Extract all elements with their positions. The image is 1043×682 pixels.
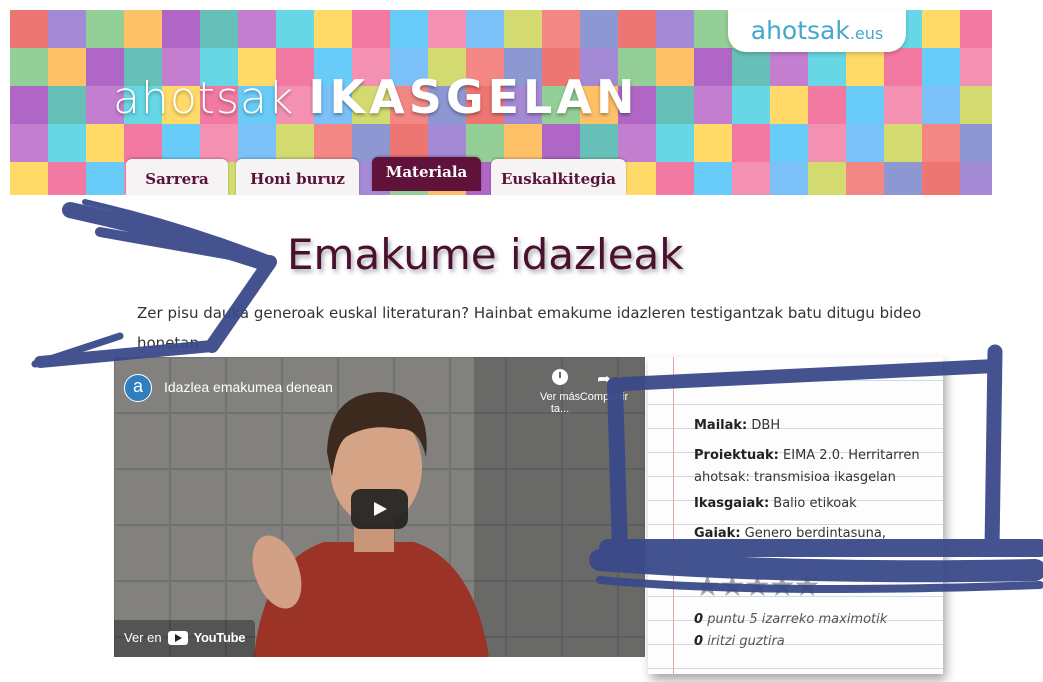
- site-badge[interactable]: ahotsak.eus: [728, 10, 906, 52]
- tab-materiala[interactable]: Materiala: [372, 157, 481, 191]
- proiektuak-value-1[interactable]: EIMA 2.0. Herritarren: [783, 448, 920, 463]
- star-icon[interactable]: ★: [694, 569, 721, 604]
- rating-score-value: 0: [694, 612, 704, 627]
- paper-margin-line: [673, 357, 674, 674]
- logo-main-text: ahotsak: [113, 73, 295, 124]
- intro-line-2: honetan.: [137, 334, 204, 352]
- watch-on-youtube[interactable]: Ver en YouTube: [114, 620, 256, 657]
- gaiak-label: Gaiak:: [694, 526, 741, 541]
- star-icon[interactable]: ★: [719, 569, 746, 604]
- star-rating[interactable]: ★★★★★: [694, 569, 821, 604]
- mailak-value[interactable]: DBH: [751, 418, 780, 433]
- star-icon[interactable]: ★: [769, 569, 796, 604]
- tab-euskalkitegia[interactable]: Euskalkitegia: [491, 159, 626, 195]
- site-logo[interactable]: ahotsak IKASGELAN: [113, 70, 638, 124]
- rating-score-text: puntu 5 izarreko maximotik: [707, 612, 888, 627]
- arrow-shaft-annotation: [62, 202, 270, 270]
- rating-count-value: 0: [694, 634, 704, 649]
- watch-on-label: Ver en: [124, 630, 162, 645]
- info-card: Mailak: DBH Proiektuak: EIMA 2.0. Herrit…: [648, 357, 943, 674]
- gaiak-row: Gaiak: Genero berdintasuna,: [694, 523, 886, 545]
- share-icon: ➦: [597, 371, 611, 388]
- rating-score: 0 puntu 5 izarreko maximotik: [694, 612, 887, 627]
- intro-line-1: Zer pisu dauka generoak euskal literatur…: [137, 304, 922, 322]
- ikasgaiak-value[interactable]: Balio etikoak: [773, 496, 856, 511]
- youtube-wordmark: YouTube: [193, 630, 246, 645]
- share-label: Compartir: [579, 391, 629, 403]
- clock-icon: [552, 369, 568, 385]
- share-button[interactable]: ➦ Compartir: [574, 369, 634, 403]
- video-title[interactable]: Idazlea emakumea denean: [164, 379, 333, 395]
- tab-honi-buruz[interactable]: Honi buruz: [236, 159, 359, 195]
- proiektuak-label: Proiektuak:: [694, 448, 779, 463]
- proiektuak-row: Proiektuak: EIMA 2.0. Herritarren ahotsa…: [694, 445, 920, 489]
- video-player[interactable]: a Idazlea emakumea denean Ver más ta... …: [114, 357, 645, 657]
- rating-count-text: iritzi guztira: [707, 634, 785, 649]
- logo-strong-text: IKASGELAN: [308, 70, 639, 124]
- rating-count: 0 iritzi guztira: [694, 634, 785, 649]
- proiektuak-value-2[interactable]: ahotsak: transmisioa ikasgelan: [694, 470, 896, 485]
- box-annotation-right: [984, 344, 1003, 556]
- youtube-icon: [167, 630, 188, 645]
- site-badge-name: ahotsak: [750, 16, 850, 45]
- star-icon[interactable]: ★: [794, 569, 821, 604]
- page-title: Emakume idazleak: [287, 230, 684, 279]
- ikasgaiak-label: Ikasgaiak:: [694, 496, 770, 511]
- ikasgaiak-row: Ikasgaiak: Balio etikoak: [694, 493, 857, 515]
- gaiak-value[interactable]: Genero berdintasuna,: [745, 526, 886, 541]
- mailak-label: Mailak:: [694, 418, 748, 433]
- mailak-row: Mailak: DBH: [694, 415, 780, 437]
- intro-text: Zer pisu dauka generoak euskal literatur…: [137, 298, 947, 358]
- play-button[interactable]: [351, 489, 408, 529]
- tab-sarrera[interactable]: Sarrera: [126, 159, 228, 195]
- site-badge-tld: .eus: [849, 24, 884, 43]
- channel-avatar[interactable]: a: [124, 374, 152, 402]
- main-nav: Sarrera Honi buruz Materiala Euskalkiteg…: [0, 157, 1043, 195]
- star-icon[interactable]: ★: [744, 569, 771, 604]
